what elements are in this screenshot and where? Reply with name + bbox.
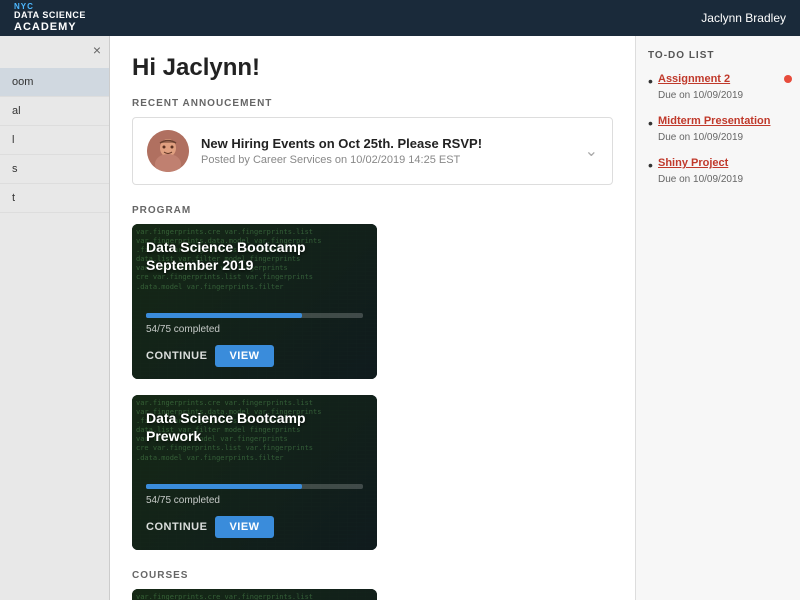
sidebar-item-s[interactable]: s xyxy=(0,155,109,184)
logo: NYC DATA SCIENCE ACADEMY xyxy=(14,3,86,34)
todo-item-link-2[interactable]: Shiny Project xyxy=(658,157,788,169)
course-card-0: var.fingerprints.cre var.fingerprints.li… xyxy=(132,589,377,600)
user-name: Jaclynn Bradley xyxy=(701,11,786,25)
todo-item-link-1[interactable]: Midterm Presentation xyxy=(658,115,788,127)
sidebar-item-al[interactable]: al xyxy=(0,97,109,126)
todo-item-2: Shiny Project Due on 10/09/2019 xyxy=(648,157,788,187)
todo-item-due-1: Due on 10/09/2019 xyxy=(658,132,743,143)
view-button-program-0[interactable]: VIEW xyxy=(215,345,273,367)
todo-sidebar: TO-DO LIST Assignment 2 Due on 10/09/201… xyxy=(635,36,800,600)
progress-bar-fill-0 xyxy=(146,313,302,318)
announcement-section-label: RECENT ANNOUCEMENT xyxy=(132,98,613,109)
program-cards-grid: var.fingerprints.cre var.fingerprints.li… xyxy=(132,224,613,550)
chevron-down-icon[interactable]: ⌄ xyxy=(585,141,598,161)
sidebar-item-oom[interactable]: oom xyxy=(0,68,109,97)
announcement-title: New Hiring Events on Oct 25th. Please RS… xyxy=(201,136,573,151)
view-button-program-1[interactable]: VIEW xyxy=(215,516,273,538)
card-bottom-1: 54/75 completed CONTINUE VIEW xyxy=(146,484,363,538)
sidebar-close-button[interactable]: × xyxy=(93,42,101,58)
todo-item-due-2: Due on 10/09/2019 xyxy=(658,174,743,185)
announcement-card: New Hiring Events on Oct 25th. Please RS… xyxy=(132,117,613,185)
card-content-1: Data Science Bootcamp Prework 54/75 comp… xyxy=(132,395,377,550)
program-card-1: var.fingerprints.cre var.fingerprints.li… xyxy=(132,395,377,550)
continue-button-program-0[interactable]: CONTINUE xyxy=(146,350,207,362)
card-bottom-0: 54/75 completed CONTINUE VIEW xyxy=(146,313,363,367)
program-card-0: var.fingerprints.cre var.fingerprints.li… xyxy=(132,224,377,379)
todo-urgent-dot-0 xyxy=(784,75,792,83)
todo-title: TO-DO LIST xyxy=(648,50,788,61)
card-content-0: Data Science Bootcamp September 2019 54/… xyxy=(132,224,377,379)
progress-text-0: 54/75 completed xyxy=(146,324,363,335)
program-section-label: PROGRAM xyxy=(132,205,613,216)
card-title-0: Data Science Bootcamp September 2019 xyxy=(146,238,363,274)
todo-item-due-0: Due on 10/09/2019 xyxy=(658,90,743,101)
card-title-1: Data Science Bootcamp Prework xyxy=(146,409,363,445)
sidebar-item-t[interactable]: t xyxy=(0,184,109,213)
continue-button-program-1[interactable]: CONTINUE xyxy=(146,521,207,533)
avatar-image xyxy=(147,130,189,172)
progress-bar-wrap-1 xyxy=(146,484,363,489)
main-content: Hi Jaclynn! RECENT ANNOUCEMENT New Hirin… xyxy=(110,36,635,600)
greeting-heading: Hi Jaclynn! xyxy=(132,54,613,82)
main-layout: × oom al l s t Hi Jaclynn! RECENT ANNOUC… xyxy=(0,36,800,600)
sidebar: × oom al l s t xyxy=(0,36,110,600)
courses-cards-grid: var.fingerprints.cre var.fingerprints.li… xyxy=(132,589,613,600)
top-nav: NYC DATA SCIENCE ACADEMY Jaclynn Bradley xyxy=(0,0,800,36)
card-actions-1: CONTINUE VIEW xyxy=(146,516,363,538)
avatar xyxy=(147,130,189,172)
logo-ds: DATA SCIENCE xyxy=(14,11,86,21)
todo-item-0: Assignment 2 Due on 10/09/2019 xyxy=(648,73,788,103)
courses-section-label: COURSES xyxy=(132,570,613,581)
course-content-0: Python Machine Learning 54/75 completed … xyxy=(132,589,377,600)
progress-text-1: 54/75 completed xyxy=(146,495,363,506)
announcement-text: New Hiring Events on Oct 25th. Please RS… xyxy=(201,136,573,166)
progress-bar-fill-1 xyxy=(146,484,302,489)
todo-item-link-0[interactable]: Assignment 2 xyxy=(658,73,788,85)
announcement-meta: Posted by Career Services on 10/02/2019 … xyxy=(201,154,573,166)
progress-bar-wrap-0 xyxy=(146,313,363,318)
sidebar-item-l[interactable]: l xyxy=(0,126,109,155)
card-actions-0: CONTINUE VIEW xyxy=(146,345,363,367)
logo-academy: ACADEMY xyxy=(14,21,86,33)
todo-item-1: Midterm Presentation Due on 10/09/2019 xyxy=(648,115,788,145)
